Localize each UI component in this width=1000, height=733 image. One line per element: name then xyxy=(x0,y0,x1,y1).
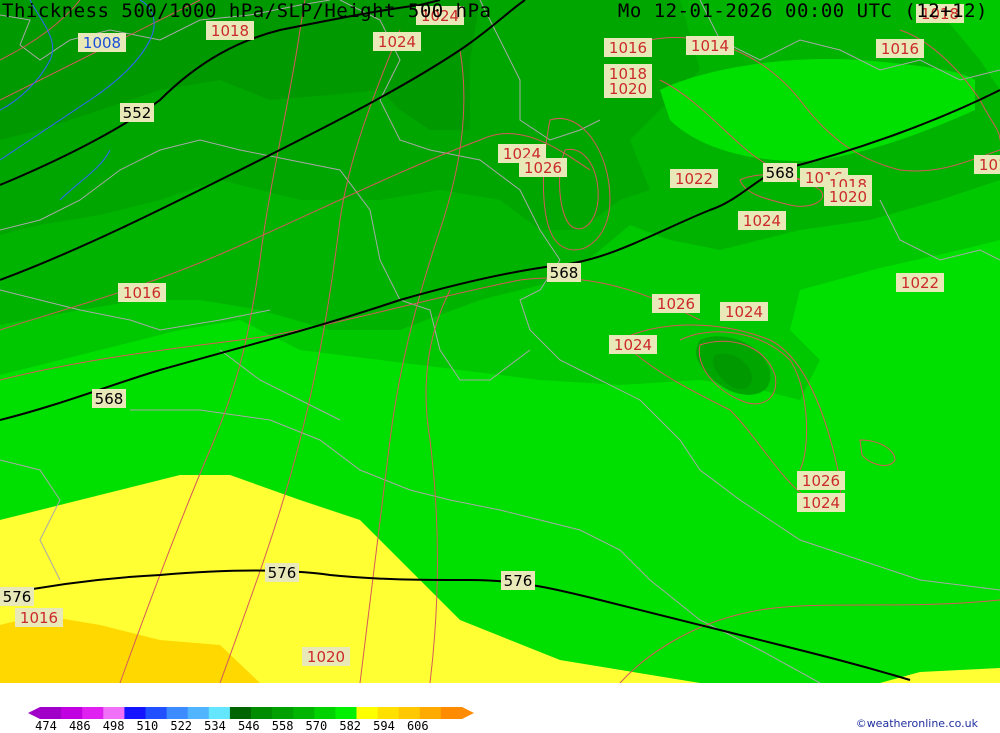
legend-swatch xyxy=(61,707,83,719)
height-label: 576 xyxy=(265,563,299,582)
svg-text:1016: 1016 xyxy=(881,40,919,58)
slp-label: 1020 xyxy=(302,647,350,666)
legend-arrow-left xyxy=(28,707,40,719)
credit-text: ©weatheronline.co.uk xyxy=(855,717,978,730)
slp-label: 1018 xyxy=(206,21,254,40)
slp-label: 1024 xyxy=(797,493,845,512)
map-datetime: Mo 12-01-2026 00:00 UTC (12+12) xyxy=(617,0,988,22)
svg-text:1022: 1022 xyxy=(675,170,713,188)
legend-swatch xyxy=(440,707,463,719)
slp-label: 1016 xyxy=(876,39,924,58)
svg-text:1024: 1024 xyxy=(614,336,652,354)
slp-label: 1026 xyxy=(519,158,567,177)
map-title: Thickness 500/1000 hPa/SLP/Height 500 hP… xyxy=(2,0,492,22)
svg-text:1024: 1024 xyxy=(802,494,840,512)
svg-text:1024: 1024 xyxy=(743,212,781,230)
legend-swatch xyxy=(166,707,189,719)
map-canvas: 1008 1018 1024 1024 1016 1014 1018 1018 … xyxy=(0,0,1000,683)
slp-label: 1026 xyxy=(797,471,845,490)
legend-swatch xyxy=(356,707,379,719)
height-label: 576 xyxy=(0,587,34,606)
legend-swatch xyxy=(124,707,146,719)
svg-text:1020: 1020 xyxy=(307,648,345,666)
svg-text:1016: 1016 xyxy=(20,609,58,627)
legend-tick-label: 582 xyxy=(339,719,362,733)
height-label: 568 xyxy=(92,389,126,408)
svg-text:1026: 1026 xyxy=(802,472,840,490)
slp-label: 1008 xyxy=(78,33,126,52)
legend-swatches xyxy=(28,707,474,719)
legend-tick-label: 522 xyxy=(170,719,193,733)
legend-swatch xyxy=(251,707,273,719)
height-label: 552 xyxy=(120,103,154,122)
svg-text:568: 568 xyxy=(550,264,579,282)
svg-text:576: 576 xyxy=(268,564,297,582)
legend-tick-label: 606 xyxy=(406,719,429,733)
legend-swatch xyxy=(314,707,336,719)
legend-swatch xyxy=(229,707,252,719)
legend-swatch xyxy=(82,707,104,719)
svg-text:1026: 1026 xyxy=(524,159,562,177)
svg-text:1024: 1024 xyxy=(378,33,416,51)
svg-text:1016: 1016 xyxy=(609,39,647,57)
legend-tick-label: 498 xyxy=(102,719,125,733)
svg-text:1008: 1008 xyxy=(83,34,121,52)
height-label: 568 xyxy=(763,163,797,182)
legend-swatch xyxy=(103,707,125,719)
slp-label: 1026 xyxy=(652,294,700,313)
legend-swatch xyxy=(145,707,168,719)
legend-swatch xyxy=(293,707,315,719)
slp-label: 1012 xyxy=(974,155,1000,174)
legend-tick-label: 594 xyxy=(373,719,395,733)
svg-text:1016: 1016 xyxy=(123,284,161,302)
legend-tick-label: 510 xyxy=(136,719,159,733)
legend-tick-label: 558 xyxy=(271,719,294,733)
height-label: 568 xyxy=(547,263,581,282)
legend-tick-label: 570 xyxy=(305,719,328,733)
svg-text:1012: 1012 xyxy=(979,156,1000,174)
svg-text:1020: 1020 xyxy=(829,188,867,206)
slp-label: 1024 xyxy=(720,302,768,321)
legend-swatch xyxy=(187,707,210,719)
slp-label: 1022 xyxy=(896,273,944,292)
svg-text:1018: 1018 xyxy=(211,22,249,40)
slp-label: 1024 xyxy=(738,211,786,230)
slp-label: 1016 xyxy=(118,283,166,302)
svg-text:1020: 1020 xyxy=(609,80,647,98)
slp-label: 1014 xyxy=(686,36,734,55)
legend-swatch xyxy=(419,707,442,719)
weather-map: 1008 1018 1024 1024 1016 1014 1018 1018 … xyxy=(0,0,1000,683)
legend-swatch xyxy=(40,707,62,719)
legend-tick-label: 534 xyxy=(204,719,226,733)
color-legend-bar xyxy=(28,707,474,719)
slp-label: 1020 xyxy=(824,187,872,206)
legend-swatch xyxy=(377,707,400,719)
legend-swatch xyxy=(398,707,421,719)
legend-tick-label: 486 xyxy=(68,719,91,733)
slp-label: 1022 xyxy=(670,169,718,188)
svg-text:552: 552 xyxy=(123,104,152,122)
height-label: 576 xyxy=(501,571,535,590)
svg-text:576: 576 xyxy=(504,572,533,590)
svg-text:1022: 1022 xyxy=(901,274,939,292)
svg-text:1026: 1026 xyxy=(657,295,695,313)
legend-arrow-right xyxy=(462,707,474,719)
legend-swatch xyxy=(272,707,294,719)
legend-swatch xyxy=(208,707,231,719)
svg-text:1014: 1014 xyxy=(691,37,729,55)
legend-tick-label: 474 xyxy=(35,719,57,733)
svg-text:568: 568 xyxy=(95,390,124,408)
svg-text:576: 576 xyxy=(3,588,32,606)
legend-swatch xyxy=(335,707,357,719)
svg-text:1024: 1024 xyxy=(725,303,763,321)
slp-label: 1024 xyxy=(373,32,421,51)
svg-text:568: 568 xyxy=(766,164,795,182)
slp-label: 1024 xyxy=(609,335,657,354)
legend-tick-label: 546 xyxy=(237,719,260,733)
legend-tick-labels: 474 486 498 510 522 534 546 558 570 582 594 606 xyxy=(0,719,520,733)
slp-label: 1020 xyxy=(604,79,652,98)
slp-label: 1016 xyxy=(15,608,63,627)
slp-label: 1016 xyxy=(604,38,652,57)
